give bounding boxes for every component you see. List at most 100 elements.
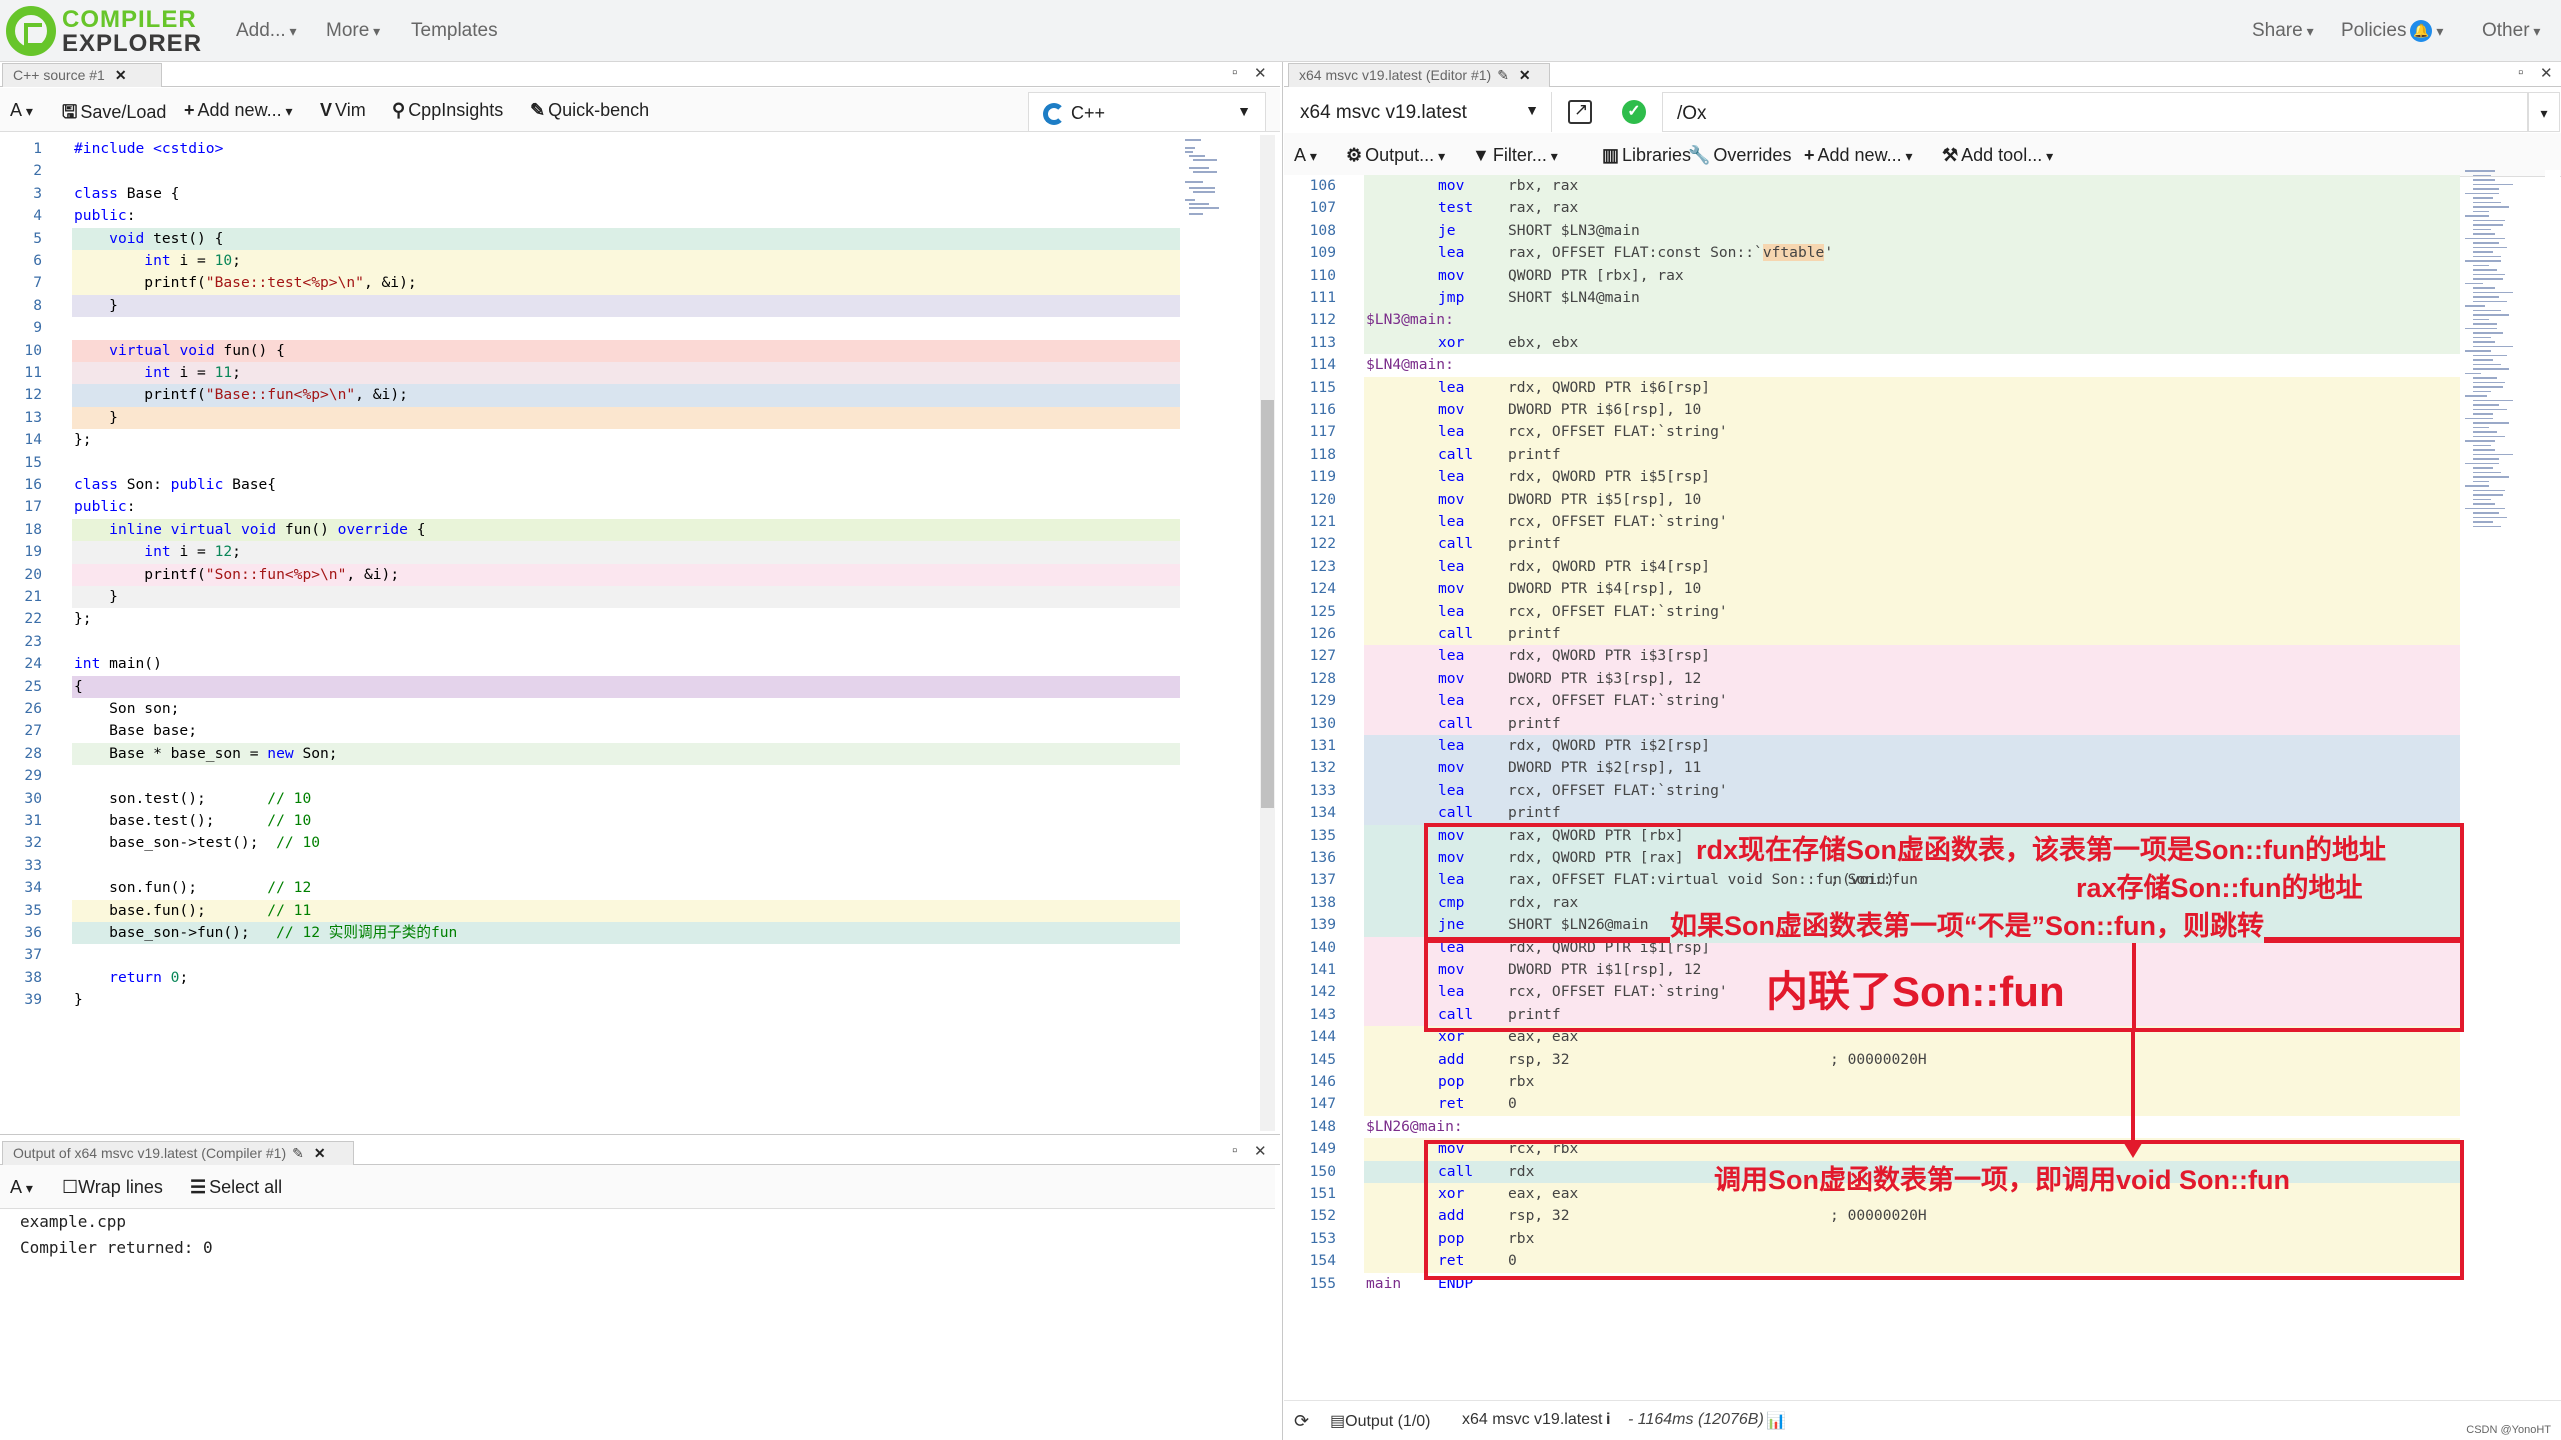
code-line[interactable]: 14}; [0,429,1275,451]
close-pane-icon[interactable]: ✕ [1254,1142,1267,1160]
code-line[interactable]: 38 return 0; [0,967,1275,989]
code-line[interactable]: 11 int i = 11; [0,362,1275,385]
asm-line[interactable]: 115 lea rdx, QWORD PTR i$6[rsp] [1284,376,2460,399]
source-editor[interactable]: 1 #include <cstdio> 2 3 class Base {4 public:… [0,135,1275,1131]
code-line[interactable]: 18 inline virtual void fun() override { [0,518,1275,542]
code-line[interactable]: 15 [0,452,1275,474]
asm-line[interactable]: 127 lea rdx, QWORD PTR i$3[rsp] [1284,645,2460,668]
code-line[interactable]: 36 base_son->fun(); // 12 实则调用子类的fun [0,922,1275,945]
code-line[interactable]: 7 printf("Base::test<%p>\n", &i); [0,272,1275,295]
source-scrollbar[interactable] [1260,135,1275,1131]
code-line[interactable]: 5 void test() { [0,227,1275,250]
maximize-icon[interactable]: ▫ [2518,64,2523,81]
code-line[interactable]: 13 } [0,406,1275,430]
quickbench-button[interactable]: ✎ Quick-bench [530,100,649,121]
asm-line[interactable]: 116 mov DWORD PTR i$6[rsp], 10 [1284,399,2460,422]
font-size-button[interactable]: A [1294,145,1317,166]
output-status-button[interactable]: ▤Output (1/0) [1330,1411,1431,1431]
font-size-button[interactable]: A [10,100,33,121]
asm-line[interactable]: 122 call printf [1284,533,2460,556]
add-new-button[interactable]: + Add new... [184,100,293,121]
scrollbar-thumb[interactable] [1261,400,1274,808]
libraries-button[interactable]: ▥ Libraries [1602,145,1691,166]
asm-line[interactable]: 148 $LN26@main: [1284,1116,2460,1138]
asm-scrollbar[interactable] [2545,170,2560,1380]
code-line[interactable]: 1 #include <cstdio> [0,138,1275,160]
code-line[interactable]: 8 } [0,294,1275,318]
code-line[interactable]: 32 base_son->test(); // 10 [0,832,1275,854]
code-line[interactable]: 16 class Son: public Base{ [0,474,1275,496]
compiler-explorer-logo[interactable]: COMPILER EXPLORER [6,4,206,58]
code-line[interactable]: 27 Base base; [0,720,1275,742]
flags-dropdown-icon[interactable]: ▾ [2528,92,2560,132]
asm-line[interactable]: 133 lea rcx, OFFSET FLAT:`string' [1284,779,2460,803]
code-line[interactable]: 28 Base * base_son = new Son; [0,742,1275,766]
asm-line[interactable]: 112 $LN3@main: [1284,309,2460,332]
asm-line[interactable]: 113 xor ebx, ebx [1284,331,2460,355]
code-line[interactable]: 23 [0,631,1275,653]
code-line[interactable]: 10 virtual void fun() { [0,339,1275,362]
code-line[interactable]: 2 [0,160,1275,182]
asm-line[interactable]: 124 mov DWORD PTR i$4[rsp], 10 [1284,578,2460,601]
more-menu[interactable]: More [326,20,380,42]
close-icon[interactable]: ✕ [1519,67,1531,83]
maximize-icon[interactable]: ▫ [1232,64,1237,81]
asm-line[interactable]: 131 lea rdx, QWORD PTR i$2[rsp] [1284,735,2460,758]
refresh-icon[interactable]: ⟳ [1294,1411,1309,1432]
code-line[interactable]: 19 int i = 12; [0,541,1275,564]
code-line[interactable]: 29 [0,765,1275,787]
code-line[interactable]: 34 son.fun(); // 12 [0,877,1275,899]
close-pane-icon[interactable]: ✕ [1254,64,1267,82]
asm-line[interactable]: 118 call printf [1284,443,2460,467]
language-select[interactable]: C++ ▼ [1028,92,1266,132]
code-line[interactable]: 4 public: [0,205,1275,227]
wrap-lines-checkbox[interactable]: ☐Wrap lines [62,1177,163,1198]
asm-line[interactable]: 119 lea rdx, QWORD PTR i$5[rsp] [1284,466,2460,489]
code-line[interactable]: 6 int i = 10; [0,250,1275,273]
code-line[interactable]: 25 { [0,675,1275,698]
compiler-flags-input[interactable]: /Ox [1662,92,2528,132]
cppinsights-button[interactable]: ⚲ CppInsights [392,100,503,121]
tab-compiler-output[interactable]: Output of x64 msvc v19.latest (Compiler … [2,1141,354,1165]
asm-line[interactable]: 125 lea rcx, OFFSET FLAT:`string' [1284,600,2460,623]
asm-line[interactable]: 146 pop rbx [1284,1071,2460,1094]
asm-line[interactable]: 123 lea rdx, QWORD PTR i$4[rsp] [1284,555,2460,579]
asm-line[interactable]: 145 add rsp, 32 ; 00000020H [1284,1048,2460,1071]
asm-line[interactable]: 126 call printf [1284,623,2460,646]
asm-line[interactable]: 111 jmp SHORT $LN4@main [1284,287,2460,310]
font-size-button[interactable]: A [10,1177,33,1198]
pencil-icon[interactable]: ✎ [292,1145,304,1161]
code-line[interactable]: 39} [0,989,1275,1011]
code-line[interactable]: 26 Son son; [0,698,1275,720]
templates-link[interactable]: Templates [411,20,498,42]
code-line[interactable]: 24 int main() [0,653,1275,675]
asm-line[interactable]: 110 mov QWORD PTR [rbx], rax [1284,264,2460,287]
other-menu[interactable]: Other [2482,20,2540,42]
asm-line[interactable]: 128 mov DWORD PTR i$3[rsp], 12 [1284,667,2460,691]
asm-line[interactable]: 107 test rax, rax [1284,197,2460,220]
close-pane-icon[interactable]: ✕ [2540,64,2553,82]
info-icon[interactable]: i [1606,1411,1610,1429]
filter-button[interactable]: ▼ Filter... [1472,145,1558,166]
pencil-icon[interactable]: ✎ [1497,67,1509,83]
code-line[interactable]: 17 public: [0,496,1275,518]
add-tool-button[interactable]: ⚒ Add tool... [1942,145,2053,166]
close-icon[interactable]: ✕ [115,67,127,83]
policies-menu[interactable]: Policies 🔔 ▾ [2341,20,2443,42]
pane-splitter[interactable] [1282,62,1283,1440]
code-line[interactable]: 31 base.test(); // 10 [0,810,1275,832]
compile-success-icon[interactable]: ✓ [1622,100,1646,124]
asm-line[interactable]: 109 lea rax, OFFSET FLAT:const Son::`vftab… [1284,242,2460,265]
asm-line[interactable]: 147 ret 0 [1284,1093,2460,1116]
code-line[interactable]: 22}; [0,608,1275,630]
compiler-select[interactable]: x64 msvc v19.latest ▼ [1288,92,1552,132]
share-menu[interactable]: Share [2252,20,2314,42]
asm-line[interactable]: 121 lea rcx, OFFSET FLAT:`string' [1284,511,2460,534]
chart-icon[interactable]: 📊 [1766,1411,1786,1431]
code-line[interactable]: 35 base.fun(); // 11 [0,899,1275,922]
close-icon[interactable]: ✕ [314,1145,326,1161]
select-all-button[interactable]: ☰ Select all [190,1177,282,1198]
asm-line[interactable]: 129 lea rcx, OFFSET FLAT:`string' [1284,690,2460,713]
add-new-button[interactable]: + Add new... [1804,145,1913,166]
maximize-icon[interactable]: ▫ [1232,1142,1237,1159]
